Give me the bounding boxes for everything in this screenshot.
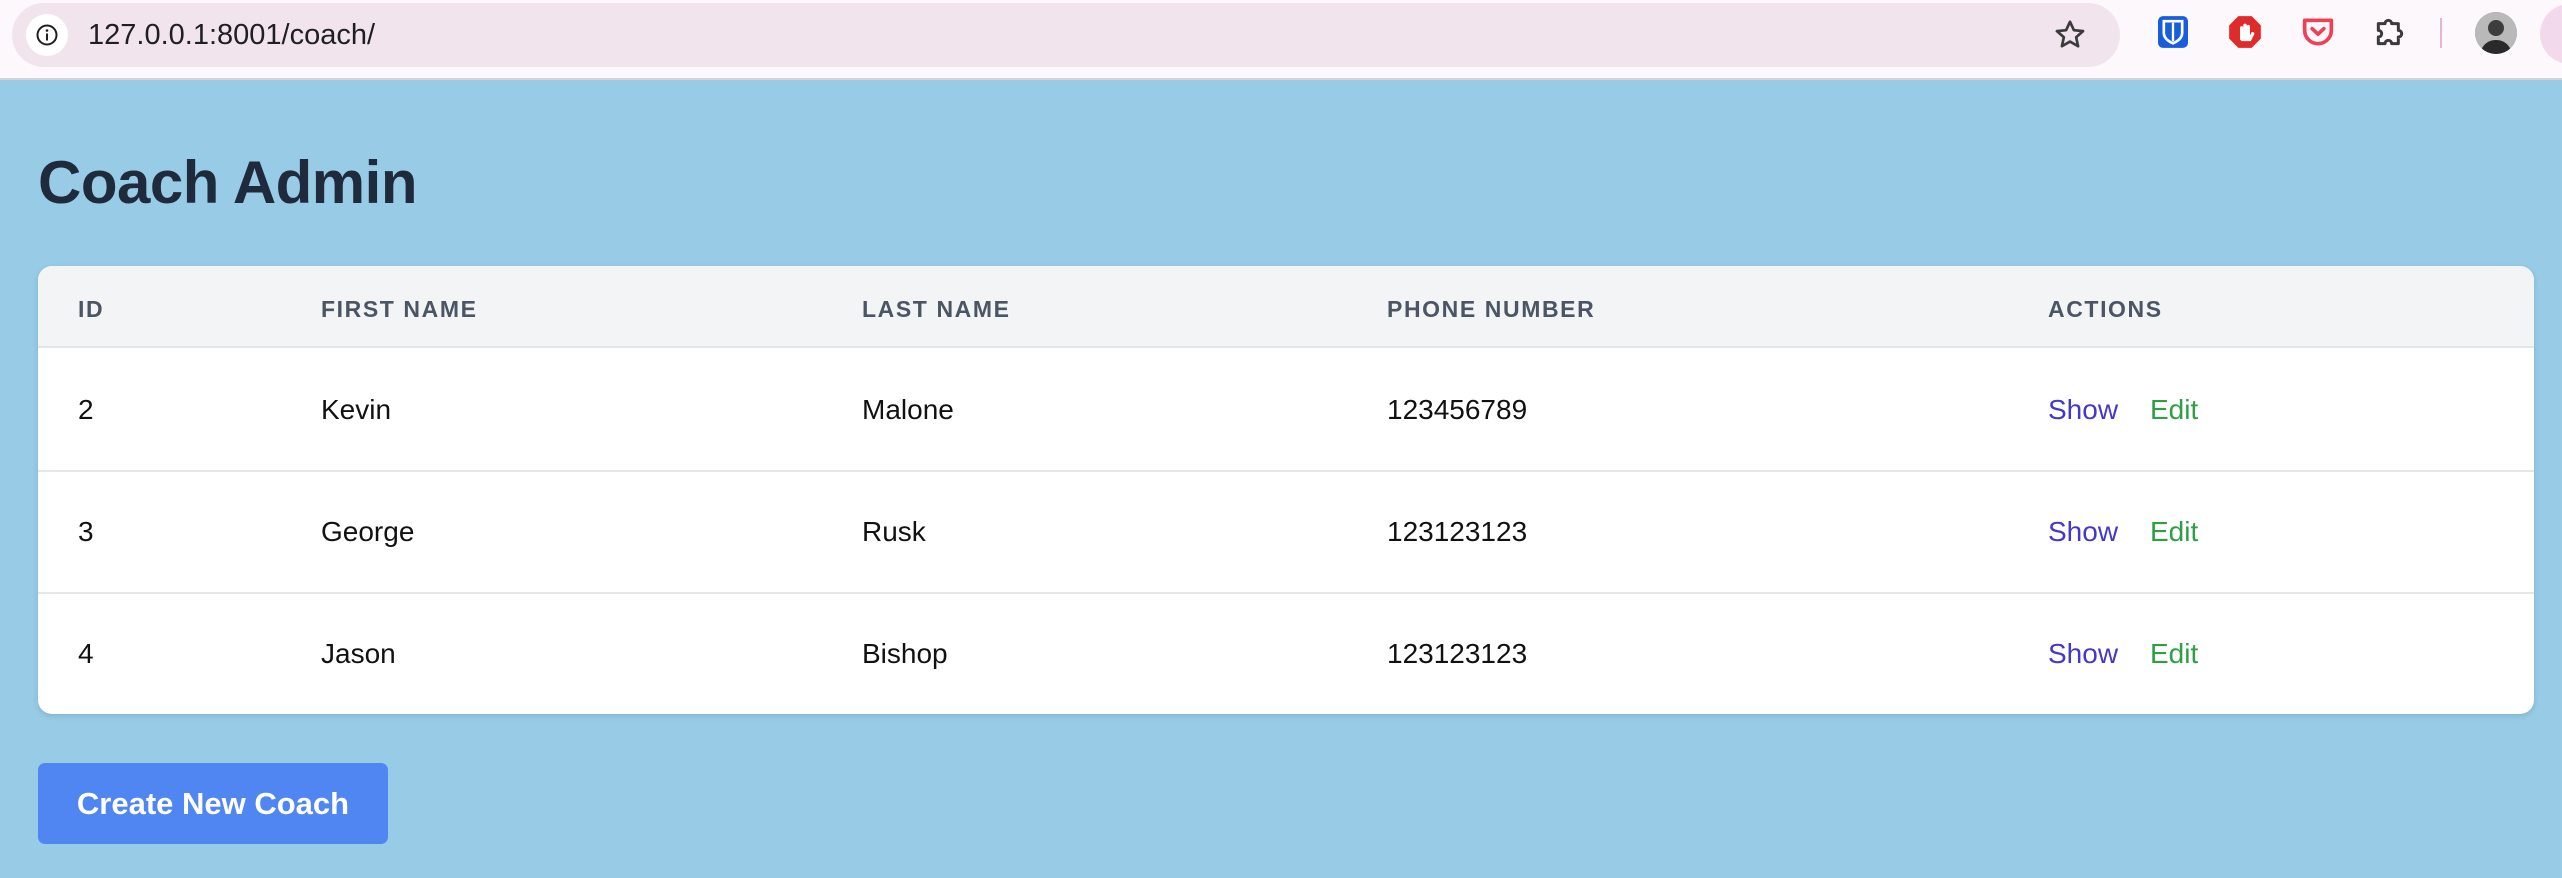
show-link[interactable]: Show bbox=[2048, 394, 2118, 426]
browser-toolbar: 127.0.0.1:8001/coach/ bbox=[0, 0, 2562, 80]
table-row: 4 Jason Bishop 123123123 Show Edit bbox=[38, 594, 2534, 714]
adblock-icon[interactable] bbox=[2225, 12, 2265, 52]
table-row: 2 Kevin Malone 123456789 Show Edit bbox=[38, 350, 2534, 472]
star-icon[interactable] bbox=[2052, 17, 2088, 53]
edit-link[interactable]: Edit bbox=[2150, 638, 2198, 670]
url-text[interactable]: 127.0.0.1:8001/coach/ bbox=[88, 19, 375, 52]
cell-first-name: Kevin bbox=[321, 394, 392, 425]
address-bar[interactable]: 127.0.0.1:8001/coach/ bbox=[12, 3, 2120, 67]
site-info-button[interactable] bbox=[26, 14, 68, 56]
profile-avatar[interactable] bbox=[2475, 12, 2517, 54]
bitwarden-icon[interactable] bbox=[2153, 12, 2193, 52]
cell-first-name: George bbox=[321, 516, 415, 547]
cell-last-name: Bishop bbox=[862, 638, 948, 669]
show-link[interactable]: Show bbox=[2048, 516, 2118, 548]
header-last-name: LAST NAME bbox=[862, 296, 1011, 322]
table-header: ID FIRST NAME LAST NAME PHONE NUMBER ACT… bbox=[38, 266, 2534, 348]
cell-phone-number: 123456789 bbox=[1387, 394, 1528, 425]
cell-first-name: Jason bbox=[321, 638, 396, 669]
edit-link[interactable]: Edit bbox=[2150, 394, 2198, 426]
create-new-coach-button[interactable]: Create New Coach bbox=[38, 763, 388, 844]
cell-phone-number: 123123123 bbox=[1387, 638, 1528, 669]
browser-menu-button[interactable] bbox=[2540, 4, 2562, 64]
show-link[interactable]: Show bbox=[2048, 638, 2118, 670]
coach-table: ID FIRST NAME LAST NAME PHONE NUMBER ACT… bbox=[38, 266, 2534, 714]
header-first-name: FIRST NAME bbox=[321, 296, 478, 322]
cell-id: 3 bbox=[78, 516, 94, 547]
header-id: ID bbox=[78, 296, 105, 322]
header-phone-number: PHONE NUMBER bbox=[1387, 296, 1596, 322]
toolbar-divider bbox=[2440, 18, 2442, 48]
edit-link[interactable]: Edit bbox=[2150, 516, 2198, 548]
info-icon bbox=[36, 24, 58, 46]
pocket-icon[interactable] bbox=[2298, 12, 2338, 52]
cell-last-name: Malone bbox=[862, 394, 954, 425]
avatar-image bbox=[2475, 12, 2517, 54]
cell-id: 4 bbox=[78, 638, 94, 669]
page-title: Coach Admin bbox=[38, 149, 417, 216]
cell-id: 2 bbox=[78, 394, 94, 425]
cell-phone-number: 123123123 bbox=[1387, 516, 1528, 547]
header-actions: ACTIONS bbox=[2048, 296, 2163, 322]
extensions-puzzle-icon[interactable] bbox=[2370, 12, 2410, 52]
cell-last-name: Rusk bbox=[862, 516, 926, 547]
table-row: 3 George Rusk 123123123 Show Edit bbox=[38, 472, 2534, 594]
